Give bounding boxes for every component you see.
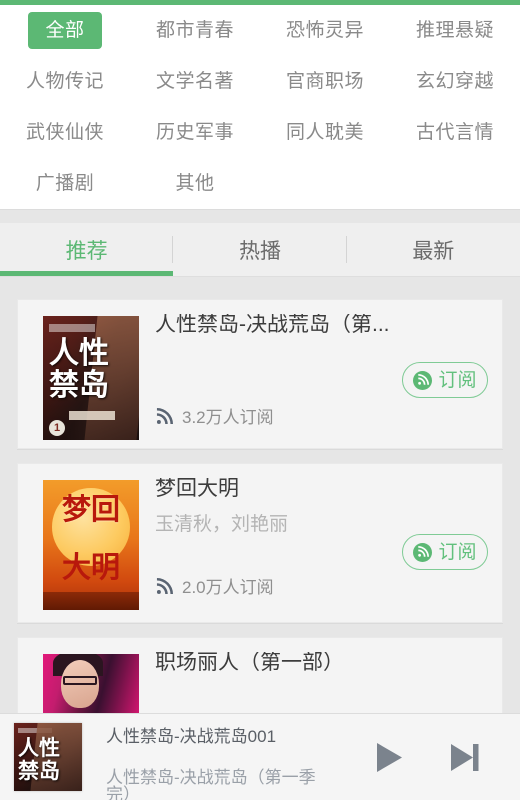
cover-art-island: 1 [43, 316, 139, 440]
tab-hot[interactable]: 热播 [173, 223, 347, 276]
skip-next-icon[interactable] [448, 741, 481, 774]
subscriber-count: 3.2万人订阅 [182, 407, 274, 427]
category-biography[interactable]: 人物传记 [0, 56, 130, 107]
list-item-body: 职场丽人（第一部） [155, 652, 488, 713]
category-fantasy[interactable]: 玄幻穿越 [390, 56, 520, 107]
cover-palace-shape [43, 592, 139, 610]
player-album-title: 人性禁岛-决战荒岛（第一季完） [106, 768, 316, 800]
category-radio-drama[interactable]: 广播剧 [0, 158, 130, 209]
cover-glasses-shape [63, 676, 97, 685]
category-mystery[interactable]: 推理悬疑 [390, 5, 520, 56]
subscribe-button[interactable]: 订阅 [402, 534, 488, 570]
subscriber-count: 2.0万人订阅 [182, 577, 274, 597]
rss-icon [155, 578, 173, 596]
book-title: 梦回大明 [155, 478, 239, 499]
section-gap [0, 210, 520, 223]
cover-title-line1: 梦回 [61, 492, 120, 526]
book-author: 玉清秋，刘艳丽 [155, 514, 289, 535]
app-root: 全部 都市青春 恐怖灵异 推理悬疑 人物传记 文学名著 官商职场 玄幻穿越 武侠… [0, 0, 520, 800]
subscribe-rss-icon [413, 542, 433, 562]
player-cover-thumbnail[interactable] [14, 723, 82, 791]
category-all[interactable]: 全部 [0, 5, 130, 56]
player-text-block: 人性禁岛-决战荒岛001 人性禁岛-决战荒岛（第一季完） [106, 728, 341, 800]
cover-art-moon: 梦回 大明 [43, 480, 139, 610]
subscribe-button[interactable]: 订阅 [402, 362, 488, 398]
book-title: 人性禁岛-决战荒岛（第... [155, 314, 390, 335]
category-all-label: 全部 [28, 12, 102, 49]
category-wuxia[interactable]: 武侠仙侠 [0, 107, 130, 158]
category-history-military[interactable]: 历史军事 [130, 107, 260, 158]
list-item-body: 人性禁岛-决战荒岛（第... 3.2万人订阅 订阅 [155, 314, 488, 438]
category-row-4: 广播剧 其他 [0, 158, 520, 209]
category-ancient-romance[interactable]: 古代言情 [390, 107, 520, 158]
subscribe-rss-icon [413, 370, 433, 390]
cover-art-office [43, 654, 139, 713]
category-fanfic[interactable]: 同人耽美 [260, 107, 390, 158]
category-panel: 全部 都市青春 恐怖灵异 推理悬疑 人物传记 文学名著 官商职场 玄幻穿越 武侠… [0, 5, 520, 209]
tab-newest-label: 最新 [412, 239, 455, 263]
list-item[interactable]: 梦回 大明 梦回大明 玉清秋，刘艳丽 2.0万人订阅 订阅 [17, 463, 503, 623]
tab-recommended[interactable]: 推荐 [0, 223, 174, 276]
category-urban-youth[interactable]: 都市青春 [130, 5, 260, 56]
cover-volume-badge: 1 [49, 420, 65, 436]
category-horror[interactable]: 恐怖灵异 [260, 5, 390, 56]
category-workplace[interactable]: 官商职场 [260, 56, 390, 107]
cover-subtitle-bar [69, 411, 115, 420]
list-item[interactable]: 职场丽人（第一部） [17, 637, 503, 713]
book-cover-thumbnail [43, 654, 139, 713]
sort-tabbar: 推荐 热播 最新 [0, 223, 520, 276]
category-row-2: 人物传记 文学名著 官商职场 玄幻穿越 [0, 56, 520, 107]
category-other[interactable]: 其他 [130, 158, 260, 209]
tab-newest[interactable]: 最新 [347, 223, 520, 276]
subscribe-button-label: 订阅 [438, 541, 477, 563]
cover-art-island [14, 723, 82, 791]
audiobook-list[interactable]: 1 人性禁岛-决战荒岛（第... 3.2万人订阅 [0, 277, 520, 713]
list-item-body: 梦回大明 玉清秋，刘艳丽 2.0万人订阅 订阅 [155, 478, 488, 612]
rss-icon [155, 408, 173, 426]
cover-title-line2: 大明 [61, 550, 120, 584]
tab-hot-label: 热播 [238, 239, 281, 263]
book-title: 职场丽人（第一部） [155, 652, 344, 673]
mini-player[interactable]: 人性禁岛-决战荒岛001 人性禁岛-决战荒岛（第一季完） [0, 713, 520, 800]
category-row-1: 全部 都市青春 恐怖灵异 推理悬疑 [0, 5, 520, 56]
tab-recommended-label: 推荐 [65, 239, 108, 263]
category-row-3: 武侠仙侠 历史军事 同人耽美 古代言情 [0, 107, 520, 158]
subscriber-row: 3.2万人订阅 [155, 408, 274, 426]
book-cover-thumbnail: 1 [43, 316, 139, 440]
list-item[interactable]: 1 人性禁岛-决战荒岛（第... 3.2万人订阅 [17, 299, 503, 449]
book-cover-thumbnail: 梦回 大明 [43, 480, 139, 610]
cover-figure-shape [30, 723, 82, 791]
cover-figure-shape [84, 316, 139, 440]
category-literature[interactable]: 文学名著 [130, 56, 260, 107]
subscriber-row: 2.0万人订阅 [155, 578, 274, 596]
player-track-title: 人性禁岛-决战荒岛001 [106, 727, 277, 746]
subscribe-button-label: 订阅 [438, 369, 477, 391]
play-icon[interactable] [372, 741, 405, 774]
